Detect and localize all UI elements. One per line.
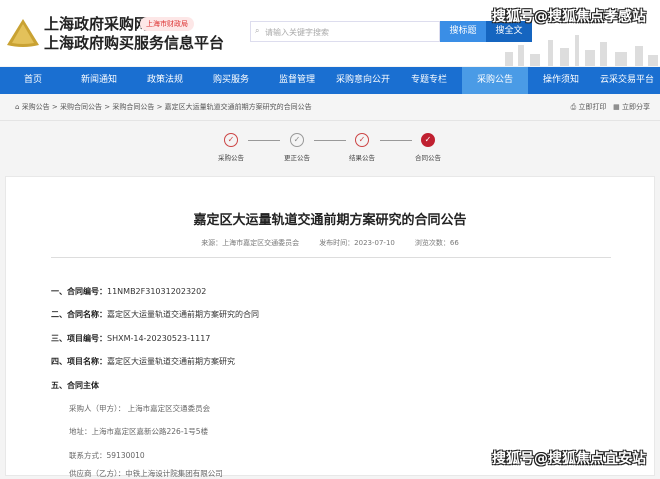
- article-date: 发布时间：2023-07-10: [319, 239, 395, 247]
- article-source: 来源：上海市嘉定区交通委员会: [201, 239, 300, 247]
- nav-topics[interactable]: 专题专栏: [396, 67, 462, 94]
- nav-supervision[interactable]: 监督管理: [264, 67, 330, 94]
- breadcrumb-item[interactable]: 采购合同公告: [112, 103, 154, 111]
- print-icon[interactable]: ⎙: [571, 103, 577, 111]
- contract-number: 一、合同编号：11NMB2F310312023202: [51, 287, 207, 296]
- breadcrumb-item[interactable]: 采购公告: [22, 103, 50, 111]
- step-purchase[interactable]: ✓ 采购公告: [206, 133, 256, 162]
- purchaser-contact: 联系方式：59130010: [69, 451, 145, 460]
- print-button[interactable]: 立即打印: [578, 103, 606, 111]
- home-icon[interactable]: ⌂: [15, 103, 19, 111]
- search-title-button[interactable]: 搜标题: [440, 21, 486, 42]
- article-card: 嘉定区大运量轨道交通前期方案研究的合同公告 来源：上海市嘉定区交通委员会 发布时间…: [5, 176, 655, 478]
- step-result[interactable]: ✓ 结果公告: [337, 133, 387, 162]
- check-icon: ✓: [224, 133, 238, 147]
- project-name: 四、项目名称：嘉定区大运量轨道交通前期方案研究: [51, 357, 235, 366]
- contract-parties-heading: 五、合同主体: [51, 381, 99, 390]
- breadcrumb: ⌂ 采购公告 > 采购合同公告 > 采购合同公告 > 嘉定区大运量轨道交通前期方…: [0, 94, 660, 121]
- nav-policy[interactable]: 政策法规: [132, 67, 198, 94]
- progress-steps: ✓ 采购公告 ✓ 更正公告 ✓ 结果公告 ✓ 合同公告: [0, 125, 660, 170]
- site-logo-icon: [7, 19, 39, 47]
- main-nav: 首页 新闻通知 政策法规 购买服务 监督管理 采购意向公开 专题专栏 采购公告 …: [0, 67, 660, 94]
- nav-purchase-services[interactable]: 购买服务: [198, 67, 264, 94]
- qrcode-icon[interactable]: ▦: [613, 103, 620, 111]
- nav-cloud-platform[interactable]: 云采交易平台: [594, 67, 660, 94]
- breadcrumb-current: 嘉定区大运量轨道交通前期方案研究的合同公告: [164, 103, 312, 111]
- site-name[interactable]: 上海政府采购网: [44, 13, 149, 34]
- divider: [51, 257, 611, 258]
- nav-home[interactable]: 首页: [0, 67, 66, 94]
- contract-name: 二、合同名称：嘉定区大运量轨道交通前期方案研究的合同: [51, 310, 259, 319]
- purchaser-address: 地址：上海市嘉定区嘉新公路226-1号5楼: [69, 427, 209, 436]
- site-badge: 上海市财政局: [140, 17, 194, 31]
- search-icon: ⌕: [255, 26, 260, 35]
- nav-guide[interactable]: 操作须知: [528, 67, 594, 94]
- site-subtitle: 上海政府购买服务信息平台: [44, 34, 225, 52]
- check-icon: ✓: [355, 133, 369, 147]
- skyline-illustration: [505, 35, 658, 66]
- nav-intent[interactable]: 采购意向公开: [330, 67, 396, 94]
- check-icon: ✓: [421, 133, 435, 147]
- nav-announcements[interactable]: 采购公告: [462, 67, 528, 94]
- step-label: 合同公告: [415, 154, 441, 162]
- step-label: 更正公告: [284, 154, 310, 162]
- step-label: 采购公告: [218, 154, 244, 162]
- watermark-top: 搜狐号@搜狐焦点孝感站: [492, 9, 646, 25]
- share-button[interactable]: 立即分享: [622, 103, 650, 111]
- nav-news[interactable]: 新闻通知: [66, 67, 132, 94]
- article-meta: 来源：上海市嘉定区交通委员会 发布时间：2023-07-10 浏览次数：66: [6, 238, 654, 248]
- step-label: 结果公告: [349, 154, 375, 162]
- check-icon: ✓: [290, 133, 304, 147]
- article-title: 嘉定区大运量轨道交通前期方案研究的合同公告: [193, 213, 467, 228]
- breadcrumb-item[interactable]: 采购合同公告: [60, 103, 102, 111]
- step-contract[interactable]: ✓ 合同公告: [403, 133, 453, 162]
- project-number: 三、项目编号：SHXM-14-20230523-1117: [51, 334, 211, 343]
- watermark-bottom: 搜狐号@搜狐焦点宜安站: [492, 451, 646, 467]
- article-views: 浏览次数：66: [414, 239, 459, 247]
- supplier: 供应商（乙方）：中铁上海设计院集团有限公司: [69, 469, 223, 478]
- search-placeholder: 请输入关键字搜索: [265, 28, 329, 37]
- step-correction[interactable]: ✓ 更正公告: [272, 133, 322, 162]
- purchaser: 采购人（甲方）： 上海市嘉定区交通委员会: [69, 404, 211, 413]
- search-input[interactable]: ⌕ 请输入关键字搜索: [250, 21, 440, 42]
